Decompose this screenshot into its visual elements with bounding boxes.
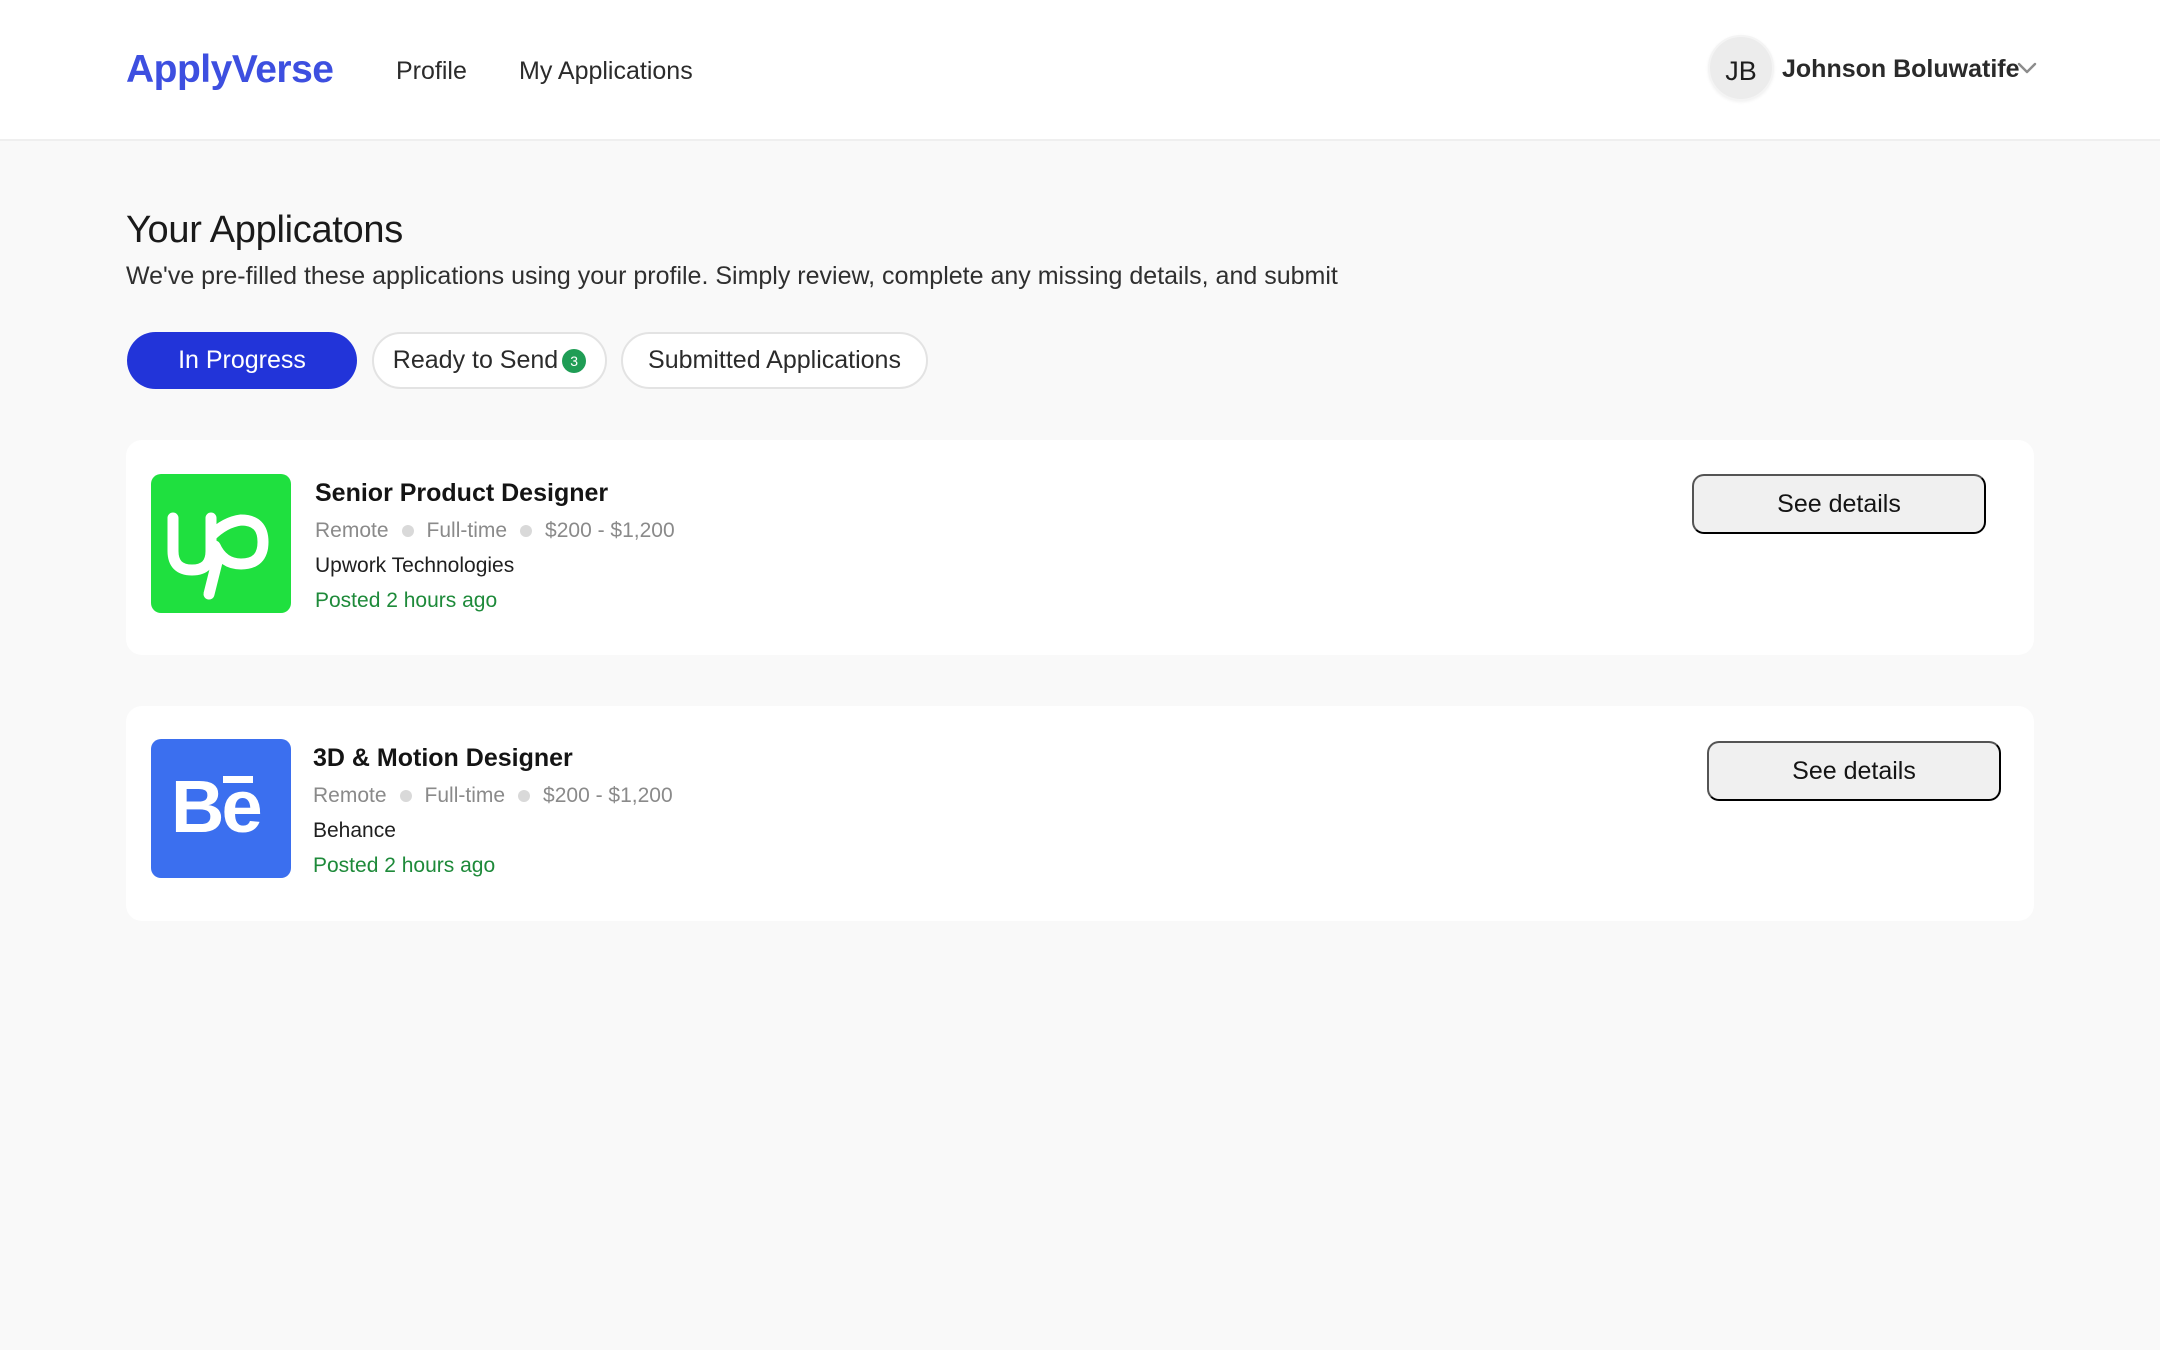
job-meta: Remote Full-time $200 - $1,200 bbox=[315, 519, 675, 543]
job-title: Senior Product Designer bbox=[315, 479, 609, 507]
nav-link-my-applications[interactable]: My Applications bbox=[519, 57, 693, 86]
company-name: Upwork Technologies bbox=[315, 554, 515, 577]
job-type: Full-time bbox=[426, 519, 508, 542]
posted-time: Posted 2 hours ago bbox=[315, 589, 498, 612]
separator-dot bbox=[401, 525, 414, 537]
avatar[interactable]: JB bbox=[1708, 35, 1774, 101]
user-name[interactable]: Johnson Boluwatife bbox=[1782, 55, 2020, 84]
tab-submitted-applications[interactable]: Submitted Applications bbox=[621, 332, 928, 389]
tab-label: Submitted Applications bbox=[648, 346, 901, 374]
separator-dot bbox=[520, 525, 533, 537]
posted-time: Posted 2 hours ago bbox=[313, 854, 496, 877]
top-navigation-bar: ApplyVerse Profile My Applications JB Jo… bbox=[0, 0, 2160, 141]
company-name: Behance bbox=[313, 819, 396, 842]
app-logo[interactable]: ApplyVerse bbox=[126, 48, 334, 92]
behance-logo: Be bbox=[151, 739, 291, 878]
tab-label: Ready to Send bbox=[392, 346, 559, 374]
nav-link-profile[interactable]: Profile bbox=[396, 57, 467, 86]
tab-in-progress[interactable]: In Progress bbox=[127, 332, 357, 389]
separator-dot bbox=[518, 790, 531, 802]
see-details-button[interactable]: See details bbox=[1707, 741, 2001, 801]
job-meta: Remote Full-time $200 - $1,200 bbox=[313, 784, 673, 808]
job-location: Remote bbox=[315, 519, 389, 542]
upwork-logo bbox=[151, 474, 291, 613]
application-card: Be 3D & Motion Designer Remote Full-time… bbox=[126, 706, 2034, 921]
job-title: 3D & Motion Designer bbox=[313, 744, 573, 772]
job-salary: $200 - $1,200 bbox=[545, 519, 675, 542]
separator-dot bbox=[399, 790, 412, 802]
user-menu[interactable]: JB Johnson Boluwatife bbox=[1708, 35, 2048, 102]
count-badge: 3 bbox=[562, 348, 587, 373]
chevron-down-icon[interactable] bbox=[2014, 55, 2040, 81]
tab-ready-to-send[interactable]: Ready to Send 3 bbox=[372, 332, 607, 389]
application-card: Senior Product Designer Remote Full-time… bbox=[126, 440, 2034, 655]
job-salary: $200 - $1,200 bbox=[543, 784, 673, 807]
tab-label: In Progress bbox=[178, 346, 306, 374]
job-location: Remote bbox=[313, 784, 387, 807]
page-title: Your Applicatons bbox=[126, 209, 403, 251]
job-type: Full-time bbox=[424, 784, 506, 807]
see-details-button[interactable]: See details bbox=[1692, 474, 1986, 534]
page-subtitle: We've pre-filled these applications usin… bbox=[126, 262, 1338, 290]
behance-logo-icon: Be bbox=[171, 765, 271, 850]
upwork-logo-icon bbox=[167, 512, 269, 600]
